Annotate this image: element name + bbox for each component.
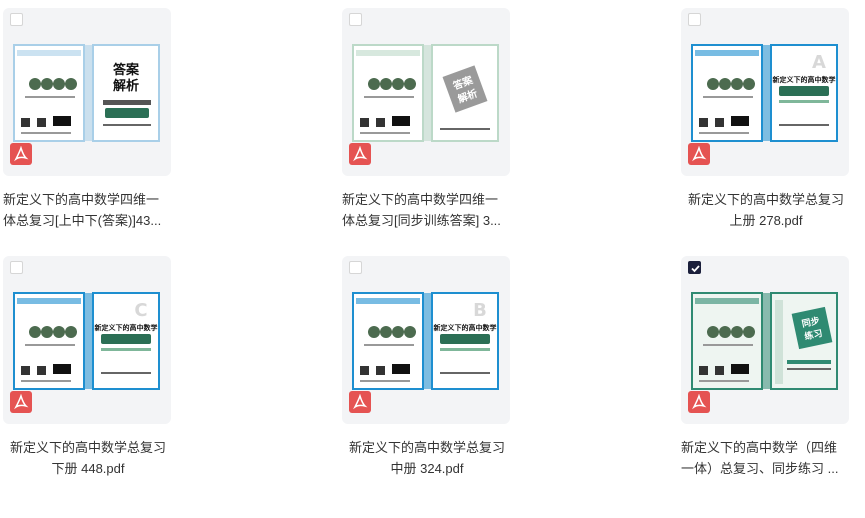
file-item[interactable]: 答案 解析 新定义下的高中数学四维一 体总复习[上中下(答案)]43... — [3, 8, 173, 231]
svg-text:A: A — [812, 52, 826, 73]
file-name-line-1: 新定义下的高中数学四维一 — [342, 192, 499, 207]
file-name-line-2: 下册 448.pdf — [51, 461, 125, 476]
file-item[interactable]: A 新定义下的高中数学 新定义下的高中数学总复习 上册 278.pdf — [681, 8, 851, 231]
svg-text:解析: 解析 — [112, 78, 139, 94]
file-name[interactable]: 新定义下的高中数学总复习 下册 448.pdf — [3, 437, 173, 479]
checkbox-icon[interactable] — [10, 261, 23, 274]
pdf-icon — [688, 391, 710, 413]
pdf-icon — [10, 391, 32, 413]
file-thumbnail-card[interactable]: 答案 解析 — [3, 8, 171, 176]
file-name-line-1: 新定义下的高中数学总复习 — [687, 192, 844, 207]
file-name-line-1: 新定义下的高中数学（四维 — [681, 440, 838, 455]
file-name-line-2: 体总复习[上中下(答案)]43... — [3, 213, 162, 228]
svg-text:答案: 答案 — [113, 62, 140, 78]
svg-text:新定义下的高中数学: 新定义下的高中数学 — [95, 323, 158, 332]
file-thumbnail-card[interactable]: 同步 练习 — [681, 256, 849, 424]
checkbox-icon[interactable] — [688, 261, 701, 274]
book-cover-thumbnail: A 新定义下的高中数学 — [691, 44, 839, 144]
book-cover-thumbnail: C 新定义下的高中数学 — [13, 292, 161, 392]
file-name-line-1: 新定义下的高中数学四维一 — [3, 192, 160, 207]
file-item[interactable]: 答案 解析 新定义下的高中数学四维一 体总复习[同步训练答案] 3... — [342, 8, 512, 231]
file-name[interactable]: 新定义下的高中数学（四维 一体）总复习、同步练习 ... — [681, 437, 851, 479]
file-item[interactable]: 同步 练习 新定义下的高中数学（四维 一体）总复习、同步练习 ... — [681, 256, 851, 479]
book-cover-thumbnail: B 新定义下的高中数学 — [352, 292, 500, 392]
pdf-icon — [10, 143, 32, 165]
file-name-line-2: 中册 324.pdf — [390, 461, 464, 476]
file-name-line-2: 体总复习[同步训练答案] 3... — [342, 213, 501, 228]
checkbox-icon[interactable] — [349, 13, 362, 26]
file-name-line-2: 一体）总复习、同步练习 ... — [681, 461, 839, 476]
file-thumbnail-card[interactable]: C 新定义下的高中数学 — [3, 256, 171, 424]
book-cover-thumbnail: 答案 解析 — [352, 44, 500, 144]
checkbox-icon[interactable] — [10, 13, 23, 26]
svg-text:新定义下的高中数学: 新定义下的高中数学 — [434, 323, 497, 332]
svg-text:C: C — [134, 300, 147, 321]
checkbox-icon[interactable] — [688, 13, 701, 26]
file-name[interactable]: 新定义下的高中数学四维一 体总复习[同步训练答案] 3... — [342, 189, 512, 231]
svg-text:新定义下的高中数学: 新定义下的高中数学 — [773, 75, 836, 84]
file-name-line-1: 新定义下的高中数学总复习 — [9, 440, 166, 455]
pdf-icon — [688, 143, 710, 165]
file-item[interactable]: C 新定义下的高中数学 新定义下的高中数学总复习 下册 448.pdf — [3, 256, 173, 479]
file-name[interactable]: 新定义下的高中数学总复习 上册 278.pdf — [681, 189, 851, 231]
pdf-icon — [349, 391, 371, 413]
file-name[interactable]: 新定义下的高中数学四维一 体总复习[上中下(答案)]43... — [3, 189, 173, 231]
file-name-line-1: 新定义下的高中数学总复习 — [348, 440, 505, 455]
svg-text:B: B — [473, 300, 487, 321]
checkbox-icon[interactable] — [349, 261, 362, 274]
file-name-line-2: 上册 278.pdf — [729, 213, 803, 228]
pdf-icon — [349, 143, 371, 165]
book-cover-thumbnail: 答案 解析 — [13, 44, 161, 144]
file-thumbnail-card[interactable]: 答案 解析 — [342, 8, 510, 176]
file-thumbnail-card[interactable]: B 新定义下的高中数学 — [342, 256, 510, 424]
checkmark-icon — [691, 265, 700, 273]
book-cover-thumbnail: 同步 练习 — [691, 292, 839, 392]
file-item[interactable]: B 新定义下的高中数学 新定义下的高中数学总复习 中册 324.pdf — [342, 256, 512, 479]
file-name[interactable]: 新定义下的高中数学总复习 中册 324.pdf — [342, 437, 512, 479]
file-thumbnail-card[interactable]: A 新定义下的高中数学 — [681, 8, 849, 176]
